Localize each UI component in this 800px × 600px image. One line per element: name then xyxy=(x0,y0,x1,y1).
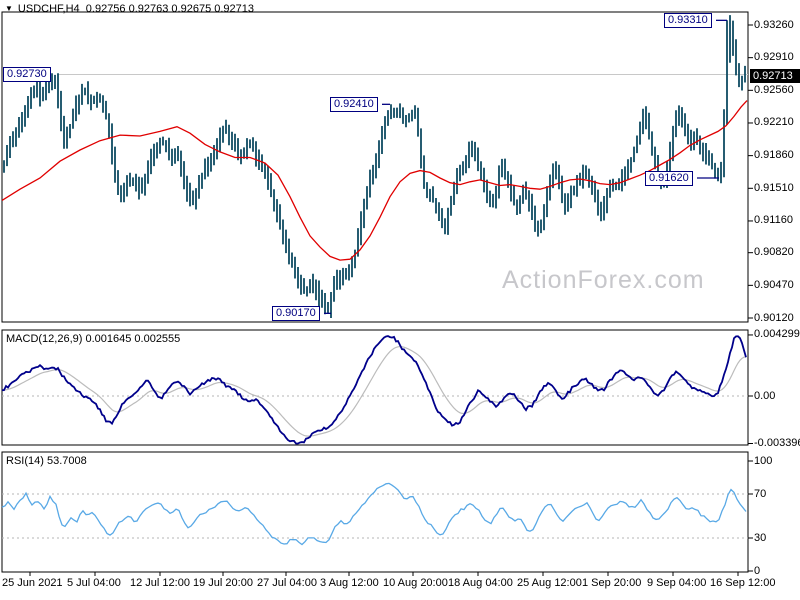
ohlc-readout: 0.92756 0.92763 0.92675 0.92713 xyxy=(85,3,254,15)
chart-window: ▼ USDCHF,H4 0.92756 0.92763 0.92675 0.927… xyxy=(0,0,800,600)
x-axis-label: 1 Sep 20:00 xyxy=(582,577,642,589)
x-axis-label: 25 Jun 2021 xyxy=(2,577,63,589)
y-axis-tick-label: 0.91860 xyxy=(754,149,794,162)
price-callout: 0.91620 xyxy=(645,170,693,186)
rsi-indicator-label: RSI(14) 53.7008 xyxy=(6,455,87,467)
macd-tick-label: 0.00 xyxy=(754,389,776,402)
chart-title: ▼ USDCHF,H4 0.92756 0.92763 0.92675 0.927… xyxy=(5,3,254,15)
price-callout: 0.92730 xyxy=(3,66,51,82)
x-axis-label: 18 Aug 04:00 xyxy=(448,577,513,589)
price-callout: 0.93310 xyxy=(664,12,712,28)
y-axis-tick-label: 0.92560 xyxy=(754,83,794,96)
x-axis-label: 16 Sep 12:00 xyxy=(710,577,776,589)
macd-indicator-label: MACD(12,26,9) 0.001645 0.002555 xyxy=(6,333,181,345)
rsi-tick-label: 30 xyxy=(754,531,767,544)
price-callout: 0.90170 xyxy=(272,305,320,321)
x-axis-label: 10 Aug 20:00 xyxy=(383,577,448,589)
chart-canvas xyxy=(1,11,753,576)
y-axis-tick-label: 0.91160 xyxy=(754,214,793,227)
macd-tick-label: -0.003396 xyxy=(754,437,800,449)
symbol-timeframe: USDCHF,H4 xyxy=(17,3,80,15)
y-axis-tick-label: 0.90120 xyxy=(754,311,794,324)
symbol-dropdown-icon[interactable]: ▼ xyxy=(5,4,13,13)
x-axis-label: 9 Sep 04:00 xyxy=(647,577,707,589)
y-axis-tick-label: 0.90820 xyxy=(754,246,794,259)
y-axis-tick-label: 0.91510 xyxy=(754,181,794,194)
rsi-tick-label: 0 xyxy=(754,564,761,577)
current-price-badge: 0.92713 xyxy=(750,69,800,84)
x-axis-label: 27 Jul 04:00 xyxy=(257,577,317,589)
x-axis-label: 3 Aug 12:00 xyxy=(320,577,379,589)
rsi-tick-label: 100 xyxy=(754,454,773,467)
price-callout: 0.92410 xyxy=(330,96,378,112)
y-axis-tick-label: 0.92910 xyxy=(754,51,794,64)
rsi-tick-label: 70 xyxy=(754,487,767,500)
macd-tick-label: 0.004299 xyxy=(754,328,800,341)
x-axis-label: 25 Aug 12:00 xyxy=(517,577,582,589)
x-axis-label: 19 Jul 20:00 xyxy=(193,577,253,589)
y-axis-tick-label: 0.93260 xyxy=(754,18,794,31)
x-axis-label: 5 Jul 04:00 xyxy=(67,577,121,589)
x-axis-label: 12 Jul 12:00 xyxy=(130,577,190,589)
watermark: ActionForex.com xyxy=(502,266,705,294)
y-axis-tick-label: 0.92210 xyxy=(754,116,794,129)
y-axis-tick-label: 0.90470 xyxy=(754,278,794,291)
